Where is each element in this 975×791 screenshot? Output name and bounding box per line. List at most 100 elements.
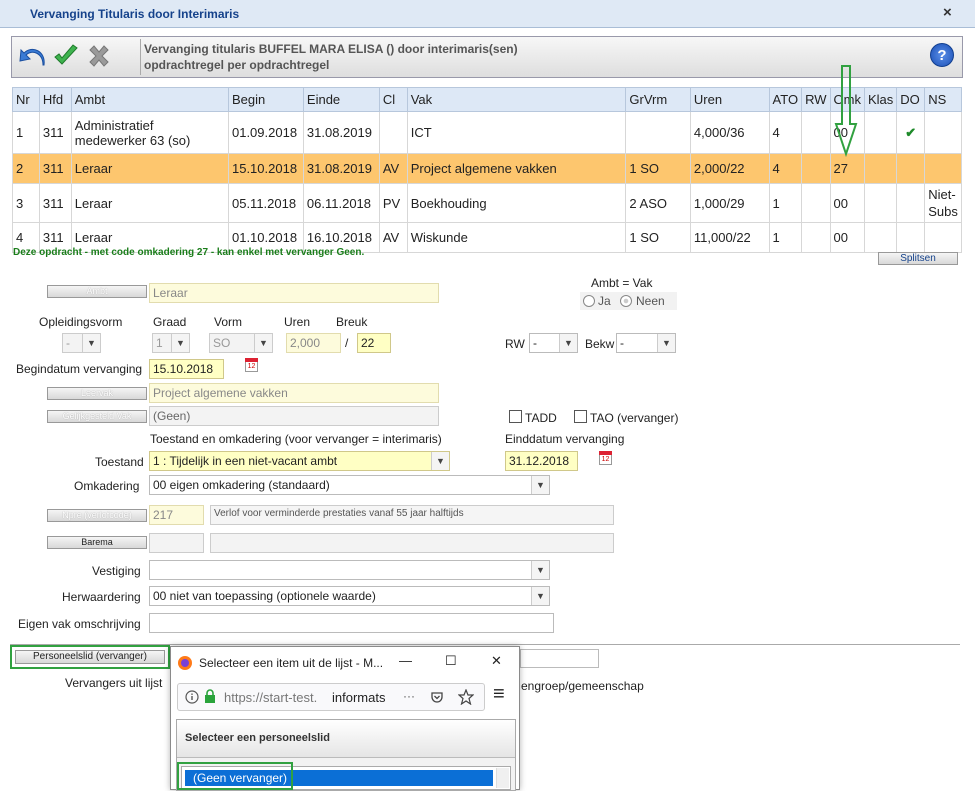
begindatum-label: Begindatum vervanging: [16, 362, 143, 376]
cell-cl: PV: [378, 183, 408, 223]
undo-icon[interactable]: [18, 43, 48, 71]
npre-button[interactable]: Npre (verlofcode): [47, 509, 147, 522]
cell-grvrm: 1 SO: [625, 153, 691, 184]
bekw-select[interactable]: - ▼: [616, 333, 676, 353]
tadd-checkbox[interactable]: [509, 410, 522, 423]
opleidingsvorm-value: -: [66, 336, 70, 350]
menu-icon[interactable]: ≡: [493, 683, 505, 706]
info-icon[interactable]: [185, 690, 199, 704]
col-header[interactable]: Cl: [378, 87, 408, 112]
cell-grvrm: 1 SO: [625, 222, 691, 253]
opleidingsvorm-select[interactable]: - ▼: [62, 333, 101, 353]
vestiging-select[interactable]: ▼: [149, 560, 550, 580]
npre-description-field: Verlof voor verminderde prestaties vanaf…: [210, 505, 614, 525]
omkadering-select[interactable]: 00 eigen omkadering (standaard) ▼: [149, 475, 550, 495]
split-button[interactable]: Splitsen: [878, 252, 958, 265]
eigen-vak-input[interactable]: [149, 613, 554, 633]
cell-nr: 3: [12, 183, 40, 223]
einddatum-header: Einddatum vervanging: [505, 432, 625, 446]
begindatum-field[interactable]: 15.10.2018: [149, 359, 224, 379]
toestand-value: 1 : Tijdelijk in een niet-vacant ambt: [153, 454, 338, 468]
col-header[interactable]: Hfd: [38, 87, 72, 112]
header-line1: Vervanging titularis BUFFEL MARA ELISA (…: [144, 42, 518, 56]
einddatum-field[interactable]: 31.12.2018: [505, 451, 578, 471]
uren-field[interactable]: 2,000: [286, 333, 341, 353]
chevron-down-icon: ▼: [82, 334, 100, 352]
barema-field[interactable]: [149, 533, 204, 553]
col-header[interactable]: Einde: [302, 87, 380, 112]
rw-select[interactable]: - ▼: [529, 333, 578, 353]
barema-button[interactable]: Barema: [47, 536, 147, 549]
cell-begin: 15.10.2018: [227, 153, 304, 184]
chevron-down-icon: ▼: [531, 561, 549, 579]
col-header[interactable]: Uren: [689, 87, 770, 112]
cell-begin: 01.09.2018: [227, 111, 304, 154]
col-header[interactable]: ATO: [768, 87, 803, 112]
cell-do: [896, 183, 926, 223]
popup-title: Selecteer een item uit de lijst - M...: [199, 656, 384, 670]
do-check-icon: ✔: [896, 111, 926, 154]
cell-rw: [801, 153, 831, 184]
cancel-icon[interactable]: [86, 44, 112, 68]
bookmark-star-icon[interactable]: [458, 689, 474, 705]
window-titlebar: Vervanging Titularis door Interimaris ×: [0, 0, 975, 28]
breuk-field[interactable]: 22: [357, 333, 391, 353]
close-icon[interactable]: ×: [943, 4, 952, 21]
pocket-icon[interactable]: [430, 690, 444, 704]
cell-klas: [863, 153, 898, 184]
col-header[interactable]: Ambt: [70, 87, 229, 112]
ambt-field[interactable]: Leraar: [149, 283, 439, 303]
personeelslid-field[interactable]: [520, 649, 599, 668]
personeelslid-button[interactable]: Personeelslid (vervanger): [15, 650, 165, 664]
ja-radio[interactable]: [583, 295, 595, 307]
leervak-button[interactable]: Leervak: [47, 387, 147, 400]
neen-radio[interactable]: [620, 295, 632, 307]
col-header[interactable]: Vak: [406, 87, 627, 112]
npre-code-field[interactable]: 217: [149, 505, 204, 525]
firefox-icon: [178, 656, 192, 670]
table-row[interactable]: 1 311 Administratief medewerker 63 (so) …: [12, 111, 962, 154]
col-header[interactable]: DO: [896, 87, 926, 112]
ambt-button[interactable]: Ambt: [47, 285, 147, 298]
herwaardering-select[interactable]: 00 niet van toepassing (optionele waarde…: [149, 586, 550, 606]
scrollbar[interactable]: [496, 768, 509, 788]
leervak-field[interactable]: Project algemene vakken: [149, 383, 439, 403]
table-row[interactable]: 3 311 Leraar 05.11.2018 06.11.2018 PV Bo…: [12, 183, 962, 223]
cell-grvrm: 2 ASO: [625, 183, 691, 223]
vorm-select[interactable]: SO ▼: [209, 333, 273, 353]
select-popup-window: Selecteer een item uit de lijst - M... —…: [170, 646, 520, 791]
gelijkgesteld-vak-button[interactable]: Gelijkgesteld Vak: [47, 410, 147, 423]
col-header[interactable]: GrVrm: [625, 87, 691, 112]
col-header[interactable]: Nr: [12, 87, 40, 112]
cell-grvrm: [625, 111, 691, 154]
cell-ns: [924, 153, 962, 184]
col-header[interactable]: Klas: [863, 87, 898, 112]
minimize-icon[interactable]: —: [399, 653, 412, 668]
omkadering-label: Omkadering: [74, 479, 140, 493]
ambt-vak-radiogroup: Ja Neen: [580, 292, 677, 310]
cell-rw: [801, 183, 831, 223]
popup-close-icon[interactable]: ✕: [491, 653, 502, 669]
calendar-icon[interactable]: 12: [245, 358, 258, 372]
more-options-icon[interactable]: ···: [403, 689, 415, 703]
col-header[interactable]: RW: [801, 87, 831, 112]
gelijkgesteld-vak-field[interactable]: (Geen): [149, 406, 439, 426]
address-bar[interactable]: https://start-test. informats ···: [177, 683, 485, 711]
toestand-select[interactable]: 1 : Tijdelijk in een niet-vacant ambt ▼: [149, 451, 450, 471]
col-header[interactable]: Begin: [227, 87, 304, 112]
cell-cl: [378, 111, 408, 154]
popup-content: Selecteer een personeelslid (Geen vervan…: [176, 719, 516, 791]
table-row-selected[interactable]: 2 311 Leraar 15.10.2018 31.08.2019 AV Pr…: [12, 153, 962, 184]
graad-select[interactable]: 1 ▼: [152, 333, 190, 353]
vorm-value: SO: [213, 336, 231, 350]
popup-heading: Selecteer een personeelslid: [185, 732, 330, 744]
help-icon[interactable]: ?: [930, 43, 954, 67]
check-icon[interactable]: [52, 43, 80, 69]
calendar-icon[interactable]: 12: [599, 451, 612, 465]
cell-hfd: 311: [38, 111, 72, 154]
header-toolbar: Vervanging titularis BUFFEL MARA ELISA (…: [11, 36, 963, 78]
col-header[interactable]: NS: [924, 87, 962, 112]
cell-vak: Wiskunde: [406, 222, 627, 253]
tao-checkbox[interactable]: [574, 410, 587, 423]
maximize-icon[interactable]: ☐: [445, 653, 457, 669]
